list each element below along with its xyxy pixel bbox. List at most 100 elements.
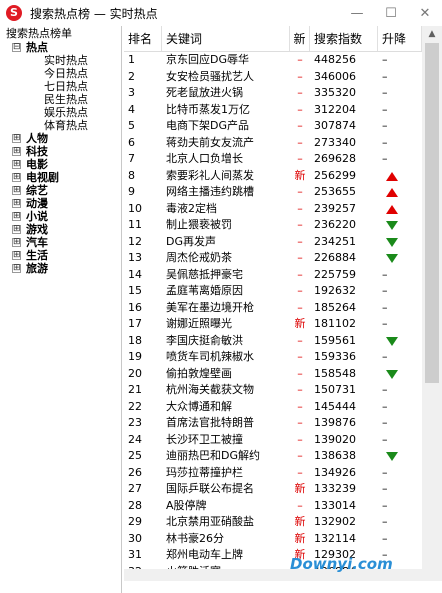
search-index-cell: 185264 <box>314 300 356 314</box>
scroll-thumb[interactable] <box>425 43 439 383</box>
new-flag-cell: – <box>297 399 303 413</box>
tree-leaf[interactable]: 今日热点 <box>0 67 121 80</box>
tree-leaf-label: 实时热点 <box>44 54 88 67</box>
table-row[interactable]: 7 北京人口负增长 –269628– <box>124 151 422 168</box>
table-row[interactable]: 9 网络主播违约跳槽 –253655 <box>124 184 422 201</box>
table-row[interactable]: 25 迪丽热巴和DG解约 –138638 <box>124 448 422 465</box>
table-row[interactable]: 24 长沙环卫工被撞 –139020– <box>124 432 422 449</box>
expander-icon[interactable]: ⊞ <box>12 251 21 260</box>
tree-leaf[interactable]: 体育热点 <box>0 119 121 132</box>
maximize-icon[interactable]: ☐ <box>374 0 408 26</box>
tree-leaf[interactable]: 民生热点 <box>0 93 121 106</box>
header-trend[interactable]: 升降 <box>378 26 422 51</box>
table-row[interactable]: 8 索要彩礼人间蒸发 新 256299 <box>124 168 422 185</box>
keyword-cell: 谢娜近照曝光 <box>166 317 232 330</box>
table-row[interactable]: 27 国际乒联公布提名 新 133239 – <box>124 481 422 498</box>
tree-root[interactable]: 搜索热点榜单 <box>0 26 121 41</box>
new-flag-cell: – <box>297 449 303 462</box>
table-row[interactable]: 16 美军在墨边境开枪 –185264– <box>124 300 422 317</box>
new-flag-cell: 新 <box>294 515 306 528</box>
table-row[interactable]: 6 蒋劲夫前女友流产 –273340– <box>124 135 422 152</box>
header-index[interactable]: 搜索指数 <box>310 26 378 51</box>
search-index-cell: 132114 <box>314 531 356 545</box>
table-row[interactable]: 19 喷货车司机辣椒水 –159336– <box>124 349 422 366</box>
expander-icon[interactable]: ⊞ <box>12 225 21 234</box>
table-row[interactable]: 14 吴佩慈抵押豪宅 –225759– <box>124 267 422 284</box>
table-row[interactable]: 11 制止猥亵被罚 –236220 <box>124 217 422 234</box>
table-row[interactable]: 26 玛莎拉蒂撞护栏 –134926– <box>124 465 422 482</box>
expander-icon[interactable]: ⊞ <box>12 264 21 273</box>
keyword-cell: 国际乒联公布提名 <box>166 482 254 495</box>
table-row[interactable]: 4 比特币蒸发1万亿 –312204– <box>124 102 422 119</box>
tree-leaf[interactable]: 实时热点 <box>0 54 121 67</box>
table-row[interactable]: 13 周杰伦戒奶茶 –226884 <box>124 250 422 267</box>
table-row[interactable]: 2 女安检员骚扰艺人 –346006– <box>124 69 422 86</box>
expander-icon[interactable]: ⊞ <box>12 147 21 156</box>
table-row[interactable]: 23 首席法官批特朗普 –139876– <box>124 415 422 432</box>
table-row[interactable]: 17 谢娜近照曝光 新 181102 – <box>124 316 422 333</box>
keyword-cell: 制止猥亵被罚 <box>166 218 232 231</box>
new-flag-cell: – <box>297 218 303 231</box>
expander-icon[interactable]: ⊞ <box>12 199 21 208</box>
tree-node-category[interactable]: ⊞ 生活 <box>0 249 121 262</box>
keyword-cell: 吴佩慈抵押豪宅 <box>166 267 243 281</box>
table-row[interactable]: 18 李国庆挺俞敏洪 –159561 <box>124 333 422 350</box>
tree-node-category[interactable]: ⊞ 电影 <box>0 158 121 171</box>
table-row[interactable]: 20 偷拍敦煌壁画 –158548 <box>124 366 422 383</box>
table-row[interactable]: 10 毒液2定档 –239257 <box>124 201 422 218</box>
expander-icon[interactable]: ⊞ <box>12 160 21 169</box>
table-row[interactable]: 15 孟庭苇离婚原因 –192632– <box>124 283 422 300</box>
table-row[interactable]: 30 林书豪26分 新 132114 – <box>124 531 422 548</box>
vertical-scrollbar[interactable]: ▲ <box>422 26 442 581</box>
expander-icon[interactable]: ⊞ <box>12 173 21 182</box>
tree-node-hotspot[interactable]: ⊟ 热点 <box>0 41 121 54</box>
table-row[interactable]: 28 A股停牌 –133014– <box>124 498 422 515</box>
tree-leaf[interactable]: 七日热点 <box>0 80 121 93</box>
tree-node-category[interactable]: ⊞ 科技 <box>0 145 121 158</box>
close-icon[interactable]: ✕ <box>408 0 442 26</box>
header-rank[interactable]: 排名 <box>124 26 162 51</box>
tree-leaf-label: 民生热点 <box>44 93 88 106</box>
trend-cell: – <box>382 399 388 413</box>
table-row[interactable]: 3 死老鼠放进火锅 –335320– <box>124 85 422 102</box>
table-row[interactable]: 12 DG再发声 –234251 <box>124 234 422 251</box>
tree-node-category[interactable]: ⊞ 综艺 <box>0 184 121 197</box>
rank-cell: 16 <box>128 300 142 314</box>
expander-icon[interactable]: ⊟ <box>12 43 21 52</box>
table-row[interactable]: 29 北京禁用亚硝酸盐 新 132902 – <box>124 514 422 531</box>
trend-up-icon <box>386 171 398 181</box>
trend-cell: – <box>382 267 388 281</box>
table-row[interactable]: 22 大众博通和解 –145444– <box>124 399 422 416</box>
search-index-cell: 269628 <box>314 152 356 165</box>
expander-icon[interactable]: ⊞ <box>12 212 21 221</box>
header-keyword[interactable]: 关键词 <box>162 26 290 51</box>
expander-icon[interactable]: ⊞ <box>12 186 21 195</box>
tree-node-category[interactable]: ⊞ 小说 <box>0 210 121 223</box>
category-tree[interactable]: 搜索热点榜单 ⊟ 热点 实时热点 今日热点 七日热点 民生热点 娱乐热点 体育热点 ⊞ 人物 ⊞ 科技 ⊞… <box>0 26 122 593</box>
table-row[interactable]: 5 电商下架DG产品 –307874– <box>124 118 422 135</box>
tree-node-category[interactable]: ⊞ 电视剧 <box>0 171 121 184</box>
tree-node-category[interactable]: ⊞ 人物 <box>0 132 121 145</box>
trend-down-icon <box>386 254 398 263</box>
table-row[interactable]: 21 杭州海关截获文物 –150731– <box>124 382 422 399</box>
tree-node-category[interactable]: ⊞ 旅游 <box>0 262 121 275</box>
tree-node-category[interactable]: ⊞ 游戏 <box>0 223 121 236</box>
search-index-cell: 133239 <box>314 482 356 495</box>
new-flag-cell: – <box>297 465 303 479</box>
trend-cell <box>378 168 422 185</box>
tree-leaf-label: 体育热点 <box>44 119 88 132</box>
keyword-cell: 毒液2定档 <box>166 201 217 215</box>
tree-leaf[interactable]: 娱乐热点 <box>0 106 121 119</box>
search-index-cell: 256299 <box>314 168 356 182</box>
new-flag-cell: 新 <box>294 168 306 182</box>
expander-icon[interactable]: ⊞ <box>12 238 21 247</box>
minimize-icon[interactable]: — <box>340 0 374 26</box>
rank-cell: 11 <box>128 218 142 231</box>
expander-icon[interactable]: ⊞ <box>12 134 21 143</box>
table-row[interactable]: 1 京东回应DG辱华 –448256– <box>124 52 422 69</box>
search-index-cell: 234251 <box>314 234 356 248</box>
header-new[interactable]: 新 <box>290 26 310 51</box>
scroll-up-icon[interactable]: ▲ <box>422 26 442 43</box>
tree-node-category[interactable]: ⊞ 汽车 <box>0 236 121 249</box>
tree-node-category[interactable]: ⊞ 动漫 <box>0 197 121 210</box>
